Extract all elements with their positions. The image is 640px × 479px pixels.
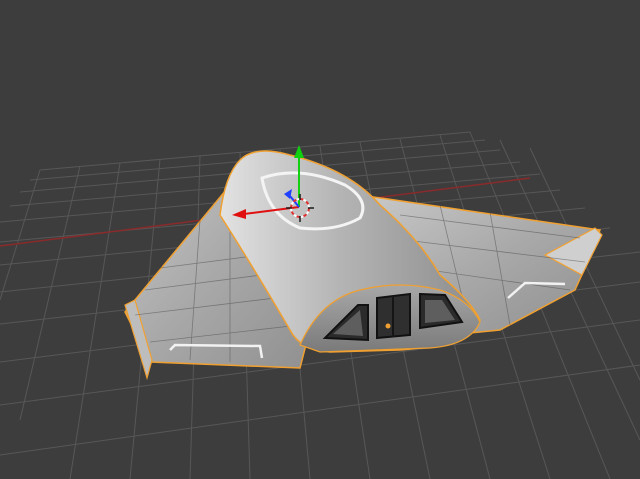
object-origin[interactable] [385, 323, 391, 329]
aircraft-model[interactable] [124, 150, 603, 381]
viewport-scene[interactable] [0, 0, 640, 479]
3d-viewport[interactable] [0, 0, 640, 479]
